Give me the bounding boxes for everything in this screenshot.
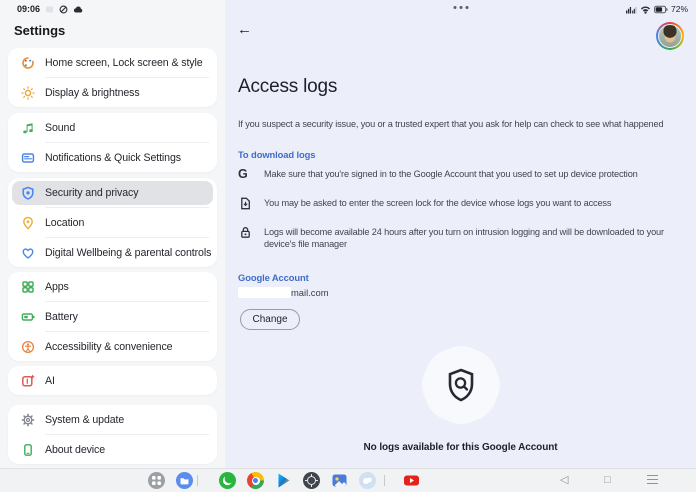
step-google-account: G Make sure that you're signed in to the… xyxy=(238,168,683,183)
step-text: You may be asked to enter the screen loc… xyxy=(264,197,683,209)
step-screen-lock: You may be asked to enter the screen loc… xyxy=(238,197,683,212)
sidebar-item-label: Sound xyxy=(45,122,75,134)
step-text: Make sure that you're signed in to the G… xyxy=(264,168,683,180)
page-title: Settings xyxy=(14,23,65,38)
settings-sidebar: 09:06 Settings Home screen, Lock screen … xyxy=(0,0,225,468)
notifications-icon xyxy=(21,151,35,165)
taskbar: ◁ □ xyxy=(0,468,696,492)
accessibility-icon xyxy=(21,340,35,354)
sidebar-item-label: Display & brightness xyxy=(45,87,140,99)
sidebar-item-label: Digital Wellbeing & parental controls xyxy=(45,247,211,259)
sidebar-item-notifications[interactable]: Notifications & Quick Settings xyxy=(8,143,217,172)
gallery-icon[interactable] xyxy=(331,472,348,489)
email-redaction xyxy=(238,287,291,298)
battery-percent: 72% xyxy=(671,4,688,14)
recents-icon[interactable] xyxy=(647,475,658,484)
screen-lock-icon xyxy=(239,197,252,210)
sidebar-group: Apps Battery Accessibility & convenience xyxy=(8,272,217,361)
sidebar-item-label: Location xyxy=(45,217,84,229)
dock-divider xyxy=(197,475,198,486)
security-icon xyxy=(21,186,35,200)
chrome-icon[interactable] xyxy=(247,472,264,489)
weather-icon[interactable] xyxy=(359,472,376,489)
sidebar-item-home-screen[interactable]: Home screen, Lock screen & style xyxy=(8,48,217,77)
location-icon xyxy=(21,216,35,230)
palette-icon xyxy=(21,56,35,70)
back-triangle-icon[interactable]: ◁ xyxy=(560,475,568,486)
sidebar-item-label: Apps xyxy=(45,281,69,293)
account-avatar[interactable] xyxy=(656,22,684,50)
sidebar-item-security[interactable]: Security and privacy xyxy=(8,178,217,207)
step-intrusion-logging: Logs will become available 24 hours afte… xyxy=(238,226,683,250)
sidebar-group: Sound Notifications & Quick Settings xyxy=(8,113,217,172)
intro-text: If you suspect a security issue, you or … xyxy=(238,119,663,129)
empty-state-text: No logs available for this Google Accoun… xyxy=(225,442,696,453)
google-account-heading: Google Account xyxy=(238,272,309,283)
dnd-icon xyxy=(59,5,68,14)
steps-list: G Make sure that you're signed in to the… xyxy=(238,168,683,264)
dock-divider xyxy=(384,475,385,486)
lock-icon xyxy=(239,226,252,239)
sidebar-group: System & update About device xyxy=(8,405,217,464)
ai-icon xyxy=(21,374,35,388)
sound-icon xyxy=(21,121,35,135)
whatsapp-icon[interactable] xyxy=(219,472,236,489)
about-device-icon xyxy=(21,443,35,457)
sidebar-item-wellbeing[interactable]: Digital Wellbeing & parental controls xyxy=(8,238,217,267)
security-badge xyxy=(425,349,497,421)
apps-icon xyxy=(21,280,35,294)
screen-cast-icon xyxy=(45,5,54,14)
screen-title: Access logs xyxy=(238,76,337,98)
files-icon[interactable] xyxy=(176,472,193,489)
sidebar-item-label: Notifications & Quick Settings xyxy=(45,152,181,164)
sidebar-item-label: AI xyxy=(45,375,55,387)
app-drawer-icon[interactable] xyxy=(148,472,165,489)
status-bar-left: 09:06 xyxy=(17,4,84,14)
compass-icon[interactable] xyxy=(303,472,320,489)
sidebar-item-location[interactable]: Location xyxy=(8,208,217,237)
sidebar-item-apps[interactable]: Apps xyxy=(8,272,217,301)
wellbeing-icon xyxy=(21,246,35,260)
account-email: mail.com xyxy=(238,287,329,298)
google-g-icon: G xyxy=(238,167,248,181)
sidebar-item-accessibility[interactable]: Accessibility & convenience xyxy=(8,332,217,361)
step-text: Logs will become available 24 hours afte… xyxy=(264,226,683,250)
home-square-icon[interactable]: □ xyxy=(604,475,611,486)
shield-search-icon xyxy=(446,368,476,402)
signal-icon xyxy=(626,5,637,14)
play-store-icon[interactable] xyxy=(275,472,292,489)
sidebar-item-system-update[interactable]: System & update xyxy=(8,405,217,434)
access-logs-panel: 72% ← Access logs If you suspect a secur… xyxy=(225,0,696,468)
battery-icon xyxy=(21,310,35,324)
sidebar-item-sound[interactable]: Sound xyxy=(8,113,217,142)
email-fragment: mail.com xyxy=(291,287,329,298)
battery-icon xyxy=(654,5,668,14)
sidebar-item-display[interactable]: Display & brightness xyxy=(8,78,217,107)
sidebar-item-label: Accessibility & convenience xyxy=(45,341,172,353)
sidebar-item-label: Security and privacy xyxy=(45,187,138,199)
download-logs-heading: To download logs xyxy=(238,149,315,160)
sidebar-group: Security and privacy Location Digital We… xyxy=(8,178,217,267)
back-arrow-icon[interactable]: ← xyxy=(237,22,252,37)
status-bar-right: 72% xyxy=(626,4,688,14)
change-account-button[interactable]: Change xyxy=(240,309,300,330)
window-handle-icon[interactable] xyxy=(459,6,462,9)
sidebar-item-label: Battery xyxy=(45,311,78,323)
sidebar-item-label: About device xyxy=(45,444,105,456)
sidebar-item-label: Home screen, Lock screen & style xyxy=(45,57,203,69)
sidebar-group: Home screen, Lock screen & style Display… xyxy=(8,48,217,107)
cloud-icon xyxy=(73,5,84,14)
sidebar-item-label: System & update xyxy=(45,414,124,426)
sidebar-group: AI xyxy=(8,366,217,395)
clock: 09:06 xyxy=(17,4,40,14)
wifi-icon xyxy=(640,5,651,14)
sidebar-item-about-device[interactable]: About device xyxy=(8,435,217,464)
brightness-icon xyxy=(21,86,35,100)
sidebar-item-battery[interactable]: Battery xyxy=(8,302,217,331)
youtube-icon[interactable] xyxy=(403,472,420,489)
sidebar-item-ai[interactable]: AI xyxy=(8,366,217,395)
avatar-photo xyxy=(658,24,682,48)
system-icon xyxy=(21,413,35,427)
